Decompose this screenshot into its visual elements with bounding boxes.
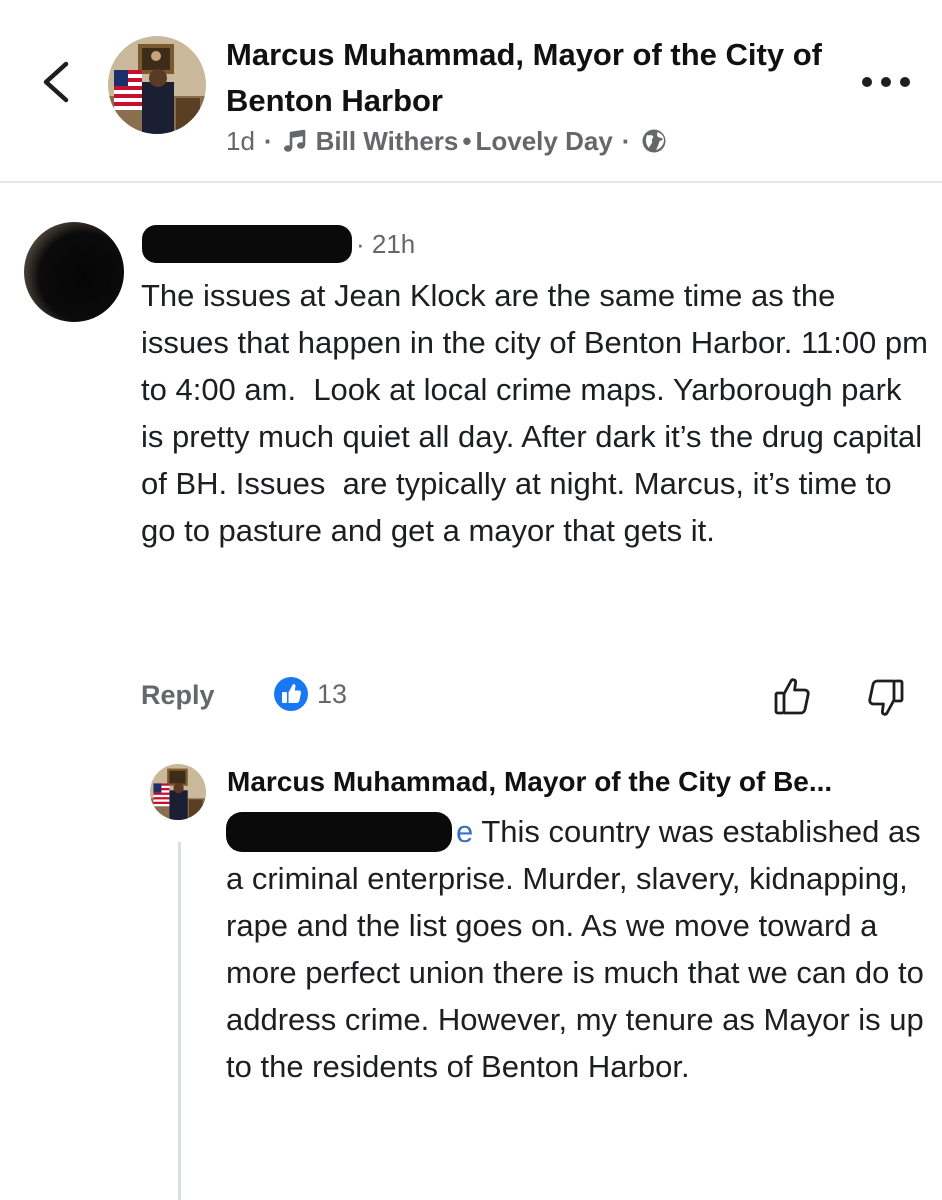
comment-time[interactable]: · 21h <box>356 229 415 260</box>
comment-actions: Reply 13 <box>141 674 931 718</box>
more-dot <box>862 77 872 87</box>
thumbs-up-icon[interactable] <box>771 674 815 718</box>
header-avatar[interactable] <box>108 36 206 134</box>
music-note-icon <box>283 129 305 152</box>
more-options-icon[interactable] <box>862 70 910 94</box>
back-chevron-icon[interactable] <box>38 58 74 106</box>
reply-text: This country was established as a crimin… <box>226 814 924 1084</box>
post-header: Marcus Muhammad, Mayor of the City of Be… <box>0 0 942 183</box>
reply-button[interactable]: Reply <box>141 680 215 711</box>
reply-thread-line <box>178 842 181 1200</box>
comment-author: · 21h <box>142 224 415 264</box>
music-title[interactable]: Lovely Day <box>476 126 613 157</box>
meta-separator: · <box>621 125 631 156</box>
reply-avatar[interactable] <box>150 764 206 820</box>
like-badge-icon <box>274 677 308 711</box>
reply-text-block: e This country was established as a crim… <box>226 808 926 1090</box>
thumbs-down-icon[interactable] <box>863 676 907 720</box>
commenter-avatar[interactable] <box>24 222 124 322</box>
more-dot <box>900 77 910 87</box>
page-title[interactable]: Marcus Muhammad, Mayor of the City of Be… <box>226 32 826 124</box>
redacted-author-name <box>142 225 352 263</box>
redacted-mention[interactable] <box>226 812 452 852</box>
post-meta: 1d · Bill Withers • Lovely Day · <box>226 124 667 158</box>
globe-icon <box>642 129 666 153</box>
more-dot <box>881 77 891 87</box>
post-time[interactable]: 1d <box>226 126 255 157</box>
music-separator: • <box>462 125 472 156</box>
comment-text: The issues at Jean Klock are the same ti… <box>141 278 937 548</box>
meta-separator: · <box>263 125 273 156</box>
mention-tail[interactable]: e <box>456 814 473 849</box>
like-count: 13 <box>317 678 348 709</box>
reply-author[interactable]: Marcus Muhammad, Mayor of the City of Be… <box>227 762 927 802</box>
reaction-summary[interactable]: 13 <box>273 676 347 712</box>
music-artist[interactable]: Bill Withers <box>316 126 459 157</box>
